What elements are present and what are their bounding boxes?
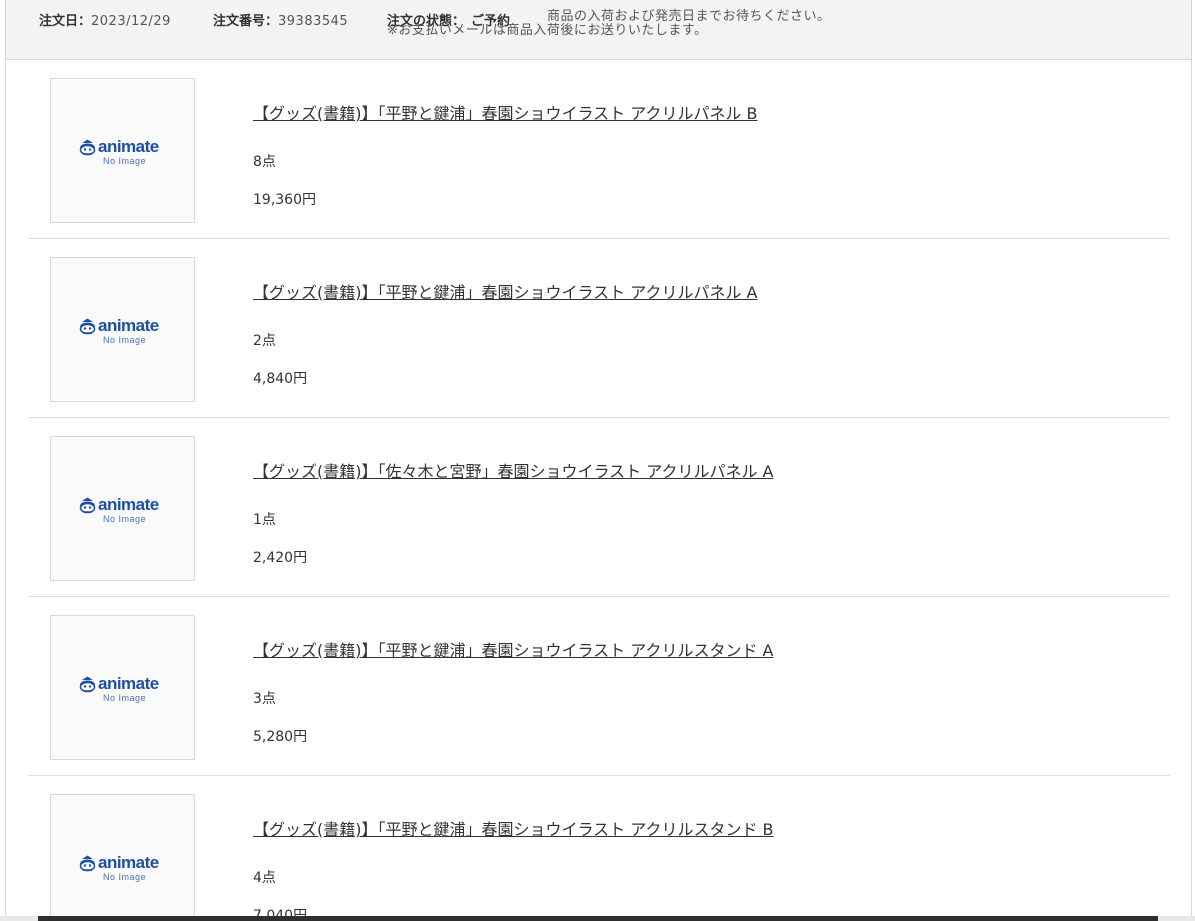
order-panel: 注文日：2023/12/29 注文番号：39383545 注文の状態： ご予約 商… bbox=[5, 0, 1192, 921]
order-item: animate No Image 【グッズ(書籍)】「平野と鍵浦」春園ショウイラ… bbox=[28, 776, 1170, 921]
product-quantity: 3点 bbox=[253, 691, 276, 707]
animate-mascot-icon bbox=[79, 139, 96, 156]
order-date-label: 注文日： bbox=[39, 14, 92, 29]
product-thumbnail[interactable]: animate No Image bbox=[50, 257, 195, 402]
product-thumbnail[interactable]: animate No Image bbox=[50, 615, 195, 760]
product-quantity: 4点 bbox=[253, 870, 276, 886]
animate-logo-text: animate bbox=[98, 674, 159, 693]
product-price: 5,280円 bbox=[253, 729, 308, 745]
order-item: animate No Image 【グッズ(書籍)】「佐々木と宮野」春園ショウイ… bbox=[28, 418, 1170, 597]
animate-logo-text: animate bbox=[98, 137, 159, 156]
order-number: 注文番号：39383545 bbox=[213, 10, 348, 29]
order-item: animate No Image 【グッズ(書籍)】「平野と鍵浦」春園ショウイラ… bbox=[28, 597, 1170, 776]
animate-mascot-icon bbox=[79, 676, 96, 693]
animate-logo: animate No Image bbox=[78, 495, 168, 525]
order-summary-header: 注文日：2023/12/29 注文番号：39383545 注文の状態： ご予約 商… bbox=[6, 0, 1191, 60]
product-quantity: 2点 bbox=[253, 333, 276, 349]
product-price: 2,420円 bbox=[253, 550, 308, 566]
horizontal-scrollbar-thumb[interactable] bbox=[38, 916, 1158, 921]
animate-mascot-icon bbox=[79, 318, 96, 335]
product-title-link[interactable]: 【グッズ(書籍)】「佐々木と宮野」春園ショウイラスト アクリルパネル A bbox=[253, 458, 773, 482]
product-quantity: 1点 bbox=[253, 512, 276, 528]
animate-logo-text: animate bbox=[98, 495, 159, 514]
product-title-link[interactable]: 【グッズ(書籍)】「平野と鍵浦」春園ショウイラスト アクリルスタンド B bbox=[253, 816, 774, 840]
order-status-note: 商品の入荷および発売日までお待ちください。 ※お支払いメールは商品入荷後にお送り… bbox=[387, 9, 831, 38]
order-item: animate No Image 【グッズ(書籍)】「平野と鍵浦」春園ショウイラ… bbox=[28, 239, 1170, 418]
no-image-label: No Image bbox=[103, 872, 147, 882]
product-quantity: 8点 bbox=[253, 154, 276, 170]
order-note-line2: ※お支払いメールは商品入荷後にお送りいたします。 bbox=[387, 23, 708, 38]
no-image-label: No Image bbox=[103, 156, 147, 166]
order-date: 注文日：2023/12/29 bbox=[39, 10, 171, 29]
animate-logo: animate No Image bbox=[78, 853, 168, 883]
order-note-line1: 商品の入荷および発売日までお待ちください。 bbox=[547, 9, 831, 24]
animate-logo-text: animate bbox=[98, 853, 159, 872]
no-image-label: No Image bbox=[103, 335, 147, 345]
no-image-label: No Image bbox=[103, 514, 147, 524]
product-price: 19,360円 bbox=[253, 192, 316, 208]
product-title-link[interactable]: 【グッズ(書籍)】「平野と鍵浦」春園ショウイラスト アクリルパネル B bbox=[253, 100, 758, 124]
animate-mascot-icon bbox=[79, 855, 96, 872]
no-image-label: No Image bbox=[103, 693, 147, 703]
animate-logo: animate No Image bbox=[78, 674, 168, 704]
order-number-label: 注文番号： bbox=[213, 14, 279, 29]
order-number-value: 39383545 bbox=[278, 14, 349, 29]
order-item: animate No Image 【グッズ(書籍)】「平野と鍵浦」春園ショウイラ… bbox=[28, 60, 1170, 239]
product-thumbnail[interactable]: animate No Image bbox=[50, 78, 195, 223]
product-title-link[interactable]: 【グッズ(書籍)】「平野と鍵浦」春園ショウイラスト アクリルスタンド A bbox=[253, 637, 773, 661]
product-price: 4,840円 bbox=[253, 371, 308, 387]
product-thumbnail[interactable]: animate No Image bbox=[50, 436, 195, 581]
product-thumbnail[interactable]: animate No Image bbox=[50, 794, 195, 921]
product-title-link[interactable]: 【グッズ(書籍)】「平野と鍵浦」春園ショウイラスト アクリルパネル A bbox=[253, 279, 757, 303]
animate-logo: animate No Image bbox=[78, 137, 168, 167]
animate-logo: animate No Image bbox=[78, 316, 168, 346]
order-date-value: 2023/12/29 bbox=[91, 14, 171, 29]
animate-logo-text: animate bbox=[98, 316, 159, 335]
animate-mascot-icon bbox=[79, 497, 96, 514]
